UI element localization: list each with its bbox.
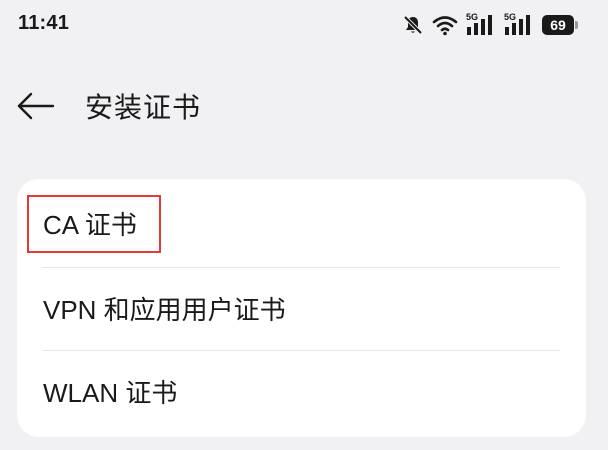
status-bar: 11:41 5G 5G 69 bbox=[0, 0, 608, 50]
battery-level: 69 bbox=[542, 15, 574, 35]
back-button[interactable] bbox=[14, 88, 58, 128]
bell-muted-icon bbox=[402, 14, 424, 36]
list-item-ca-certificate[interactable]: CA 证书 bbox=[17, 183, 586, 267]
list-item-vpn-app-user-certificate[interactable]: VPN 和应用用户证书 bbox=[17, 268, 586, 352]
page-title: 安装证书 bbox=[85, 92, 202, 123]
battery-cap bbox=[575, 21, 578, 29]
status-icons: 5G 5G 69 bbox=[402, 12, 578, 38]
arrow-left-icon bbox=[17, 92, 55, 125]
screen: 11:41 5G 5G 69 安装证书 CA 证书 VPN 和应用用户证书 WL… bbox=[0, 0, 608, 450]
list-item-label: CA 证书 bbox=[43, 210, 137, 240]
list-item-wlan-certificate[interactable]: WLAN 证书 bbox=[17, 351, 586, 435]
status-time: 11:41 bbox=[18, 12, 70, 34]
list-item-label: VPN 和应用用户证书 bbox=[43, 295, 286, 325]
certificate-list: CA 证书 VPN 和应用用户证书 WLAN 证书 bbox=[17, 179, 586, 437]
wifi-icon bbox=[432, 14, 458, 36]
cellular-signal-icon: 5G bbox=[504, 12, 534, 36]
header: 安装证书 bbox=[0, 78, 608, 138]
cellular-signal-icon: 5G bbox=[466, 12, 496, 36]
battery-icon: 69 bbox=[542, 15, 578, 35]
list-item-label: WLAN 证书 bbox=[43, 378, 178, 408]
